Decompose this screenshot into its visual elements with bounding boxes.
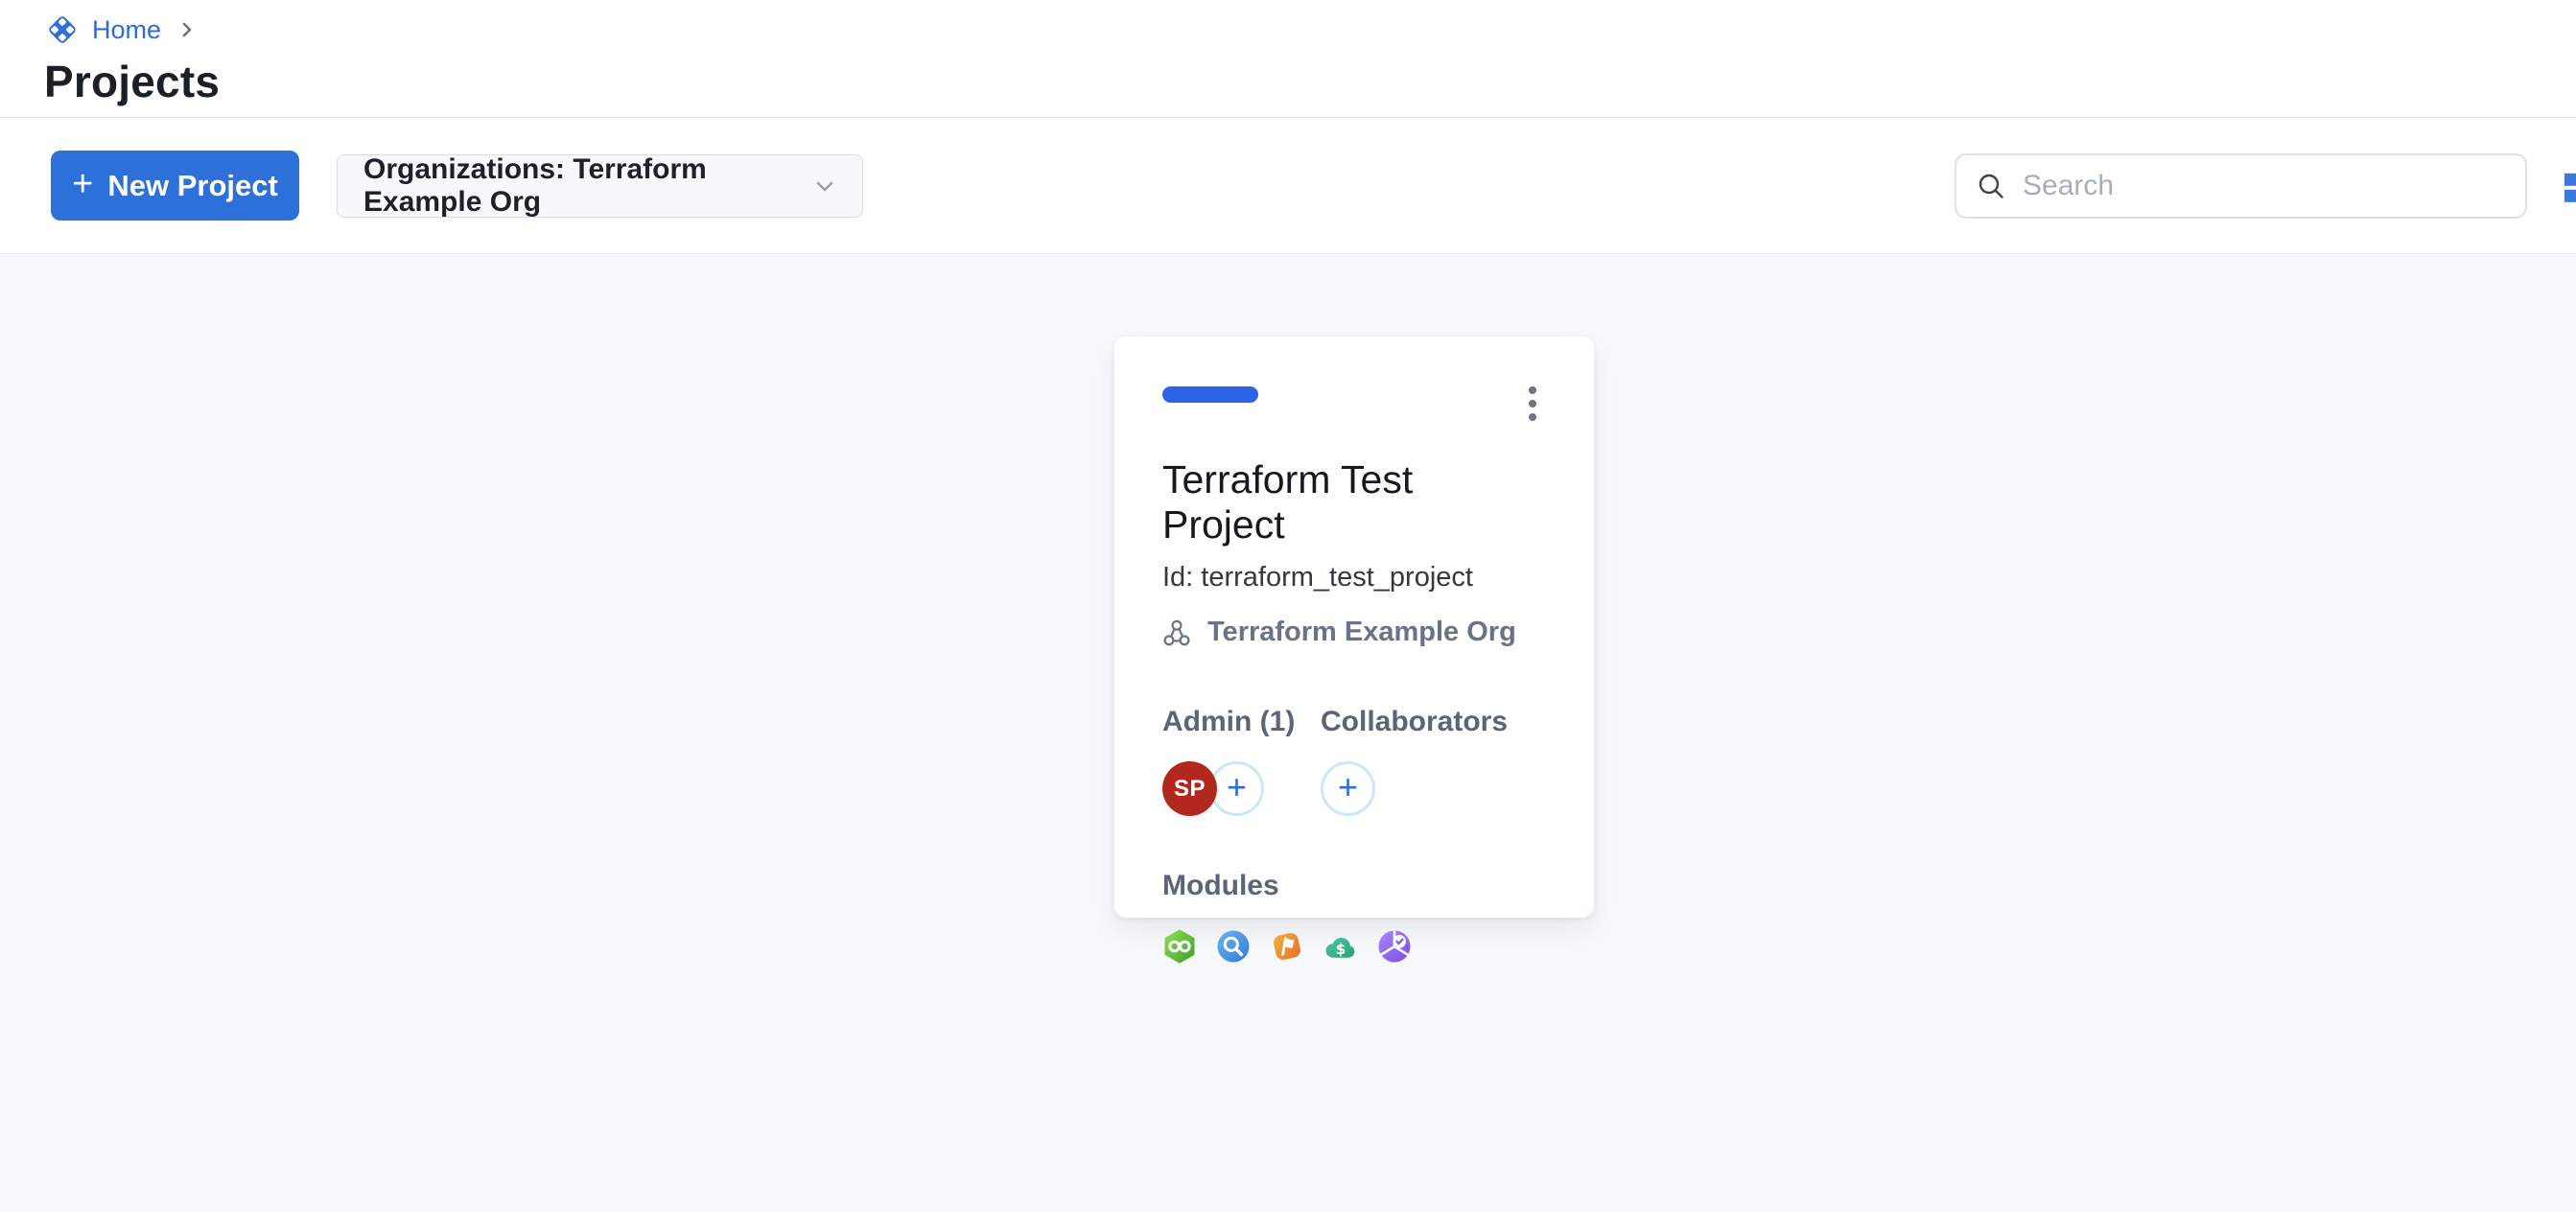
project-organization-row: Terraform Example Org [1162,617,1546,648]
svg-text:$: $ [1336,941,1347,958]
project-id: Id: terraform_test_project [1162,562,1546,594]
modules-label: Modules [1162,870,1546,902]
module-infinity-hexagon-icon[interactable] [1162,929,1197,964]
collaborators-label: Collaborators [1321,706,1508,738]
grid-view-toggle-icon[interactable] [2564,173,2576,201]
page-title: Projects [44,56,2576,107]
add-admin-button[interactable]: + [1209,761,1264,816]
toolbar: + New Project Organizations: Terraform E… [0,118,2576,254]
organization-filter-select[interactable]: Organizations: Terraform Example Org [337,154,863,218]
project-card: Terraform Test Project Id: terraform_tes… [1114,337,1594,918]
project-title[interactable]: Terraform Test Project [1162,457,1546,548]
search-icon [1976,171,2006,201]
breadcrumb-home-link[interactable]: Home [92,17,161,43]
modules-row: $ [1162,929,1546,964]
module-cloud-dollar-icon[interactable]: $ [1323,929,1358,964]
add-collaborator-button[interactable]: + [1321,761,1375,816]
app-logo-icon[interactable] [44,12,81,48]
organization-icon [1162,618,1191,647]
projects-grid: Terraform Test Project Id: terraform_tes… [0,254,2576,1211]
organization-name: Terraform Example Org [1207,617,1516,648]
search-input[interactable] [2023,170,2506,202]
breadcrumb: Home [44,10,2576,50]
new-project-button[interactable]: + New Project [51,151,299,221]
chevron-right-icon [175,17,199,42]
admin-avatar[interactable]: SP [1162,761,1217,816]
project-color-bar [1162,386,1258,403]
module-search-scope-icon[interactable] [1216,929,1251,964]
plus-icon: + [72,166,93,202]
card-menu-kebab-icon[interactable] [1525,385,1540,423]
organization-filter-value: Organizations: Terraform Example Org [363,153,810,219]
page-header: Home Projects [0,0,2576,118]
admin-label: Admin (1) [1162,706,1321,738]
new-project-label: New Project [107,169,277,203]
module-pie-check-icon[interactable] [1377,929,1412,964]
module-flag-icon[interactable] [1270,929,1304,964]
chevron-down-icon [810,172,839,200]
search-box [1955,153,2527,219]
